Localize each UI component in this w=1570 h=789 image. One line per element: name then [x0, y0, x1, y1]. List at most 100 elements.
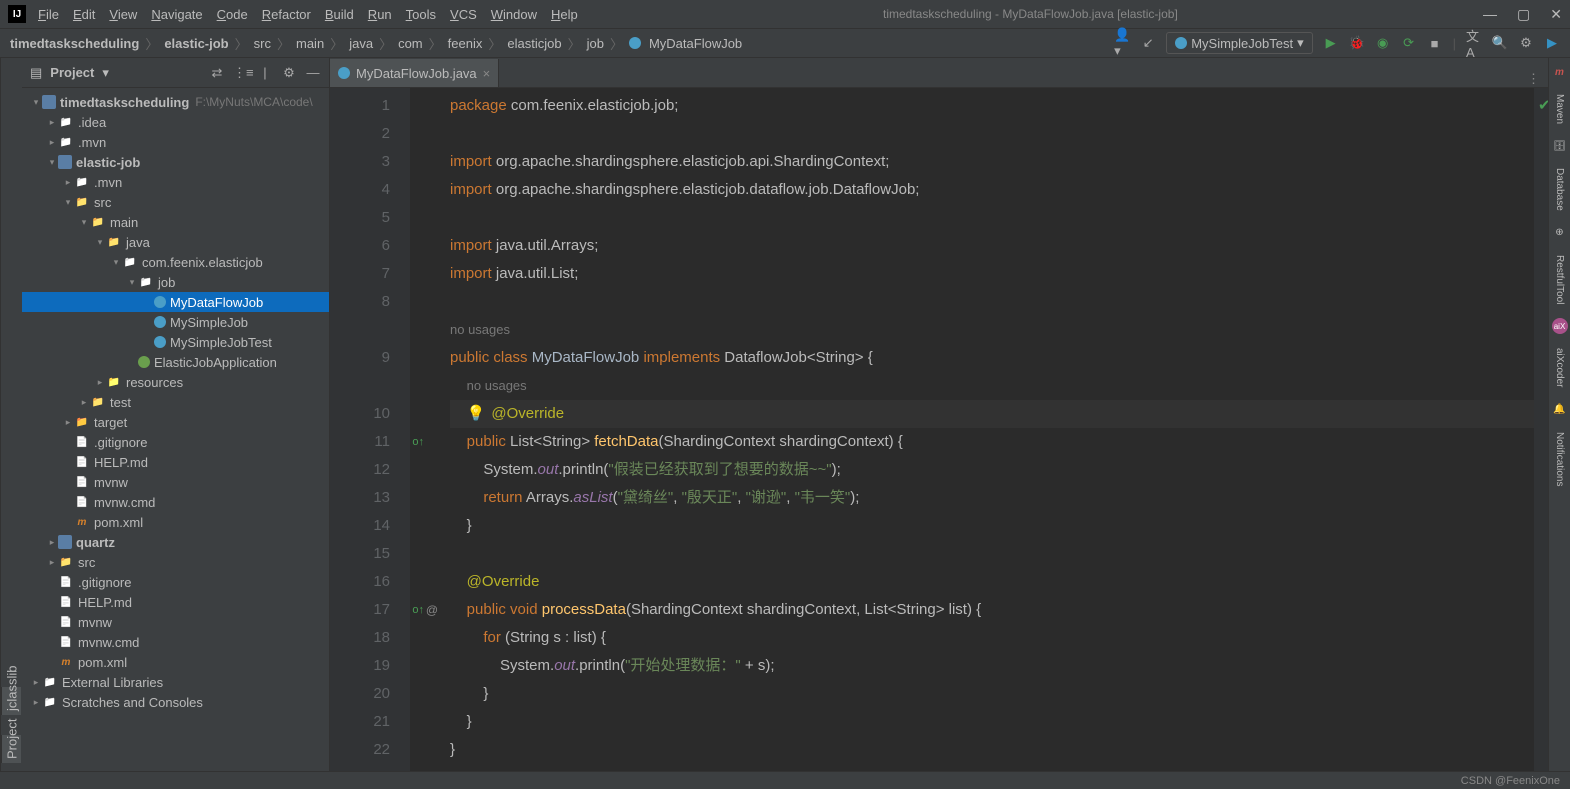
code-line[interactable]: package com.feenix.elasticjob.job; [450, 92, 1534, 120]
restful-icon[interactable]: ⊕ [1552, 225, 1568, 241]
minimize-button[interactable]: — [1483, 6, 1497, 23]
breadcrumb-item[interactable]: feenix [448, 36, 483, 51]
menu-build[interactable]: Build [325, 7, 354, 22]
code-editor[interactable]: 1234567891011o↑121314151617o↑@1819202122… [330, 88, 1548, 771]
code-line[interactable] [450, 764, 1534, 771]
tree-item[interactable]: pom.xml [22, 512, 329, 532]
back-icon[interactable]: ↙ [1140, 35, 1156, 51]
run-configuration-selector[interactable]: MySimpleJobTest ▾ [1166, 32, 1312, 54]
search-icon[interactable]: 🔍 [1492, 35, 1508, 51]
tree-item[interactable]: ▸.idea [22, 112, 329, 132]
tree-item[interactable]: ▾java [22, 232, 329, 252]
chevron-down-icon[interactable]: ▾ [102, 65, 109, 81]
aixcoder-icon[interactable]: aiX [1552, 318, 1568, 334]
project-view-icon[interactable]: ▤ [30, 65, 42, 81]
tree-item[interactable]: ▸quartz [22, 532, 329, 552]
tree-item[interactable]: ▸target [22, 412, 329, 432]
select-opened-icon[interactable]: ⇄ [209, 65, 225, 81]
menu-file[interactable]: File [38, 7, 59, 22]
code-line[interactable] [450, 288, 1534, 316]
tree-item[interactable]: ElasticJobApplication [22, 352, 329, 372]
tree-item[interactable]: ▸test [22, 392, 329, 412]
tree-item[interactable]: pom.xml [22, 652, 329, 672]
code-line[interactable]: } [450, 680, 1534, 708]
menu-refactor[interactable]: Refactor [262, 7, 311, 22]
tree-item[interactable]: HELP.md [22, 592, 329, 612]
tree-item[interactable]: ▸External Libraries [22, 672, 329, 692]
tree-item[interactable]: mvnw [22, 472, 329, 492]
maven-icon[interactable]: m [1552, 64, 1568, 80]
play-circle-icon[interactable]: ▶ [1544, 35, 1560, 51]
right-tab-aixcoder[interactable]: aiXcoder [1554, 348, 1565, 387]
tree-item[interactable]: MyDataFlowJob [22, 292, 329, 312]
tabs-menu-icon[interactable]: ⋮ [1519, 71, 1548, 87]
breadcrumb-item[interactable]: elasticjob [507, 36, 561, 51]
code-line[interactable]: return Arrays.asList("黛绮丝", "殷天正", "谢逊",… [450, 484, 1534, 512]
profile-icon[interactable]: ⟳ [1401, 35, 1417, 51]
stop-icon[interactable]: ■ [1427, 35, 1443, 51]
tree-item[interactable]: MySimpleJob [22, 312, 329, 332]
right-tab-restful[interactable]: RestfulTool [1554, 255, 1565, 304]
menu-navigate[interactable]: Navigate [151, 7, 202, 22]
code-line[interactable]: System.out.println("假装已经获取到了想要的数据~~"); [450, 456, 1534, 484]
run-icon[interactable]: ▶ [1323, 35, 1339, 51]
breadcrumb-item[interactable]: MyDataFlowJob [649, 36, 742, 51]
menu-run[interactable]: Run [368, 7, 392, 22]
maximize-button[interactable]: ▢ [1517, 6, 1530, 23]
database-icon[interactable]: 🗄 [1552, 138, 1568, 154]
tree-item[interactable]: mvnw [22, 612, 329, 632]
expand-icon[interactable]: ⋮≡ [233, 65, 249, 81]
code-line[interactable]: 💡@Override [450, 400, 1534, 428]
project-tree[interactable]: ▾timedtaskschedulingF:\MyNuts\MCA\code\▸… [22, 88, 329, 771]
breadcrumb-item[interactable]: timedtaskscheduling [10, 36, 139, 51]
code-line[interactable]: System.out.println("开始处理数据：" + s); [450, 652, 1534, 680]
tree-item[interactable]: ▸.mvn [22, 132, 329, 152]
tree-item[interactable]: .gitignore [22, 432, 329, 452]
close-tab-icon[interactable]: × [483, 66, 491, 81]
hide-icon[interactable]: — [305, 65, 321, 80]
source[interactable]: package com.feenix.elasticjob.job; import… [410, 88, 1534, 771]
breadcrumb-item[interactable]: src [254, 36, 271, 51]
left-tab-project[interactable]: Project [2, 735, 22, 763]
tree-item[interactable]: ▾elastic-job [22, 152, 329, 172]
breadcrumb-item[interactable]: elastic-job [164, 36, 228, 51]
tree-item[interactable]: MySimpleJobTest [22, 332, 329, 352]
tree-item[interactable]: mvnw.cmd [22, 492, 329, 512]
tree-item[interactable]: ▸Scratches and Consoles [22, 692, 329, 712]
code-line[interactable]: import java.util.List; [450, 260, 1534, 288]
right-tab-database[interactable]: Database [1554, 168, 1565, 211]
settings-icon[interactable]: ⚙ [1518, 35, 1534, 51]
close-button[interactable]: ✕ [1550, 6, 1562, 23]
code-line[interactable]: import java.util.Arrays; [450, 232, 1534, 260]
right-tab-maven[interactable]: Maven [1554, 94, 1565, 124]
menu-tools[interactable]: Tools [406, 7, 436, 22]
tree-item[interactable]: ▾com.feenix.elasticjob [22, 252, 329, 272]
left-tab-jclasslib[interactable]: jclasslib [2, 687, 22, 715]
code-line[interactable] [450, 204, 1534, 232]
code-line[interactable]: no usages [450, 316, 1534, 344]
tree-item[interactable]: ▾job [22, 272, 329, 292]
breadcrumb-item[interactable]: job [587, 36, 604, 51]
code-line[interactable]: } [450, 708, 1534, 736]
code-line[interactable]: } [450, 512, 1534, 540]
tree-item[interactable]: .gitignore [22, 572, 329, 592]
menu-code[interactable]: Code [217, 7, 248, 22]
breadcrumb-item[interactable]: main [296, 36, 324, 51]
breadcrumb-item[interactable]: java [349, 36, 373, 51]
menu-window[interactable]: Window [491, 7, 537, 22]
code-line[interactable]: } [450, 736, 1534, 764]
code-line[interactable] [450, 540, 1534, 568]
tree-item[interactable]: ▸resources [22, 372, 329, 392]
debug-icon[interactable]: 🐞 [1349, 35, 1365, 51]
gear-icon[interactable]: ⚙ [281, 65, 297, 81]
breadcrumb-item[interactable]: com [398, 36, 423, 51]
code-line[interactable] [450, 120, 1534, 148]
translate-icon[interactable]: 文A [1466, 35, 1482, 51]
menu-view[interactable]: View [109, 7, 137, 22]
coverage-icon[interactable]: ◉ [1375, 35, 1391, 51]
tree-item[interactable]: HELP.md [22, 452, 329, 472]
right-tab-notifications[interactable]: Notifications [1554, 432, 1565, 486]
notifications-icon[interactable]: 🔔 [1552, 402, 1568, 418]
code-line[interactable]: public List<String> fetchData(ShardingCo… [450, 428, 1534, 456]
menu-vcs[interactable]: VCS [450, 7, 477, 22]
